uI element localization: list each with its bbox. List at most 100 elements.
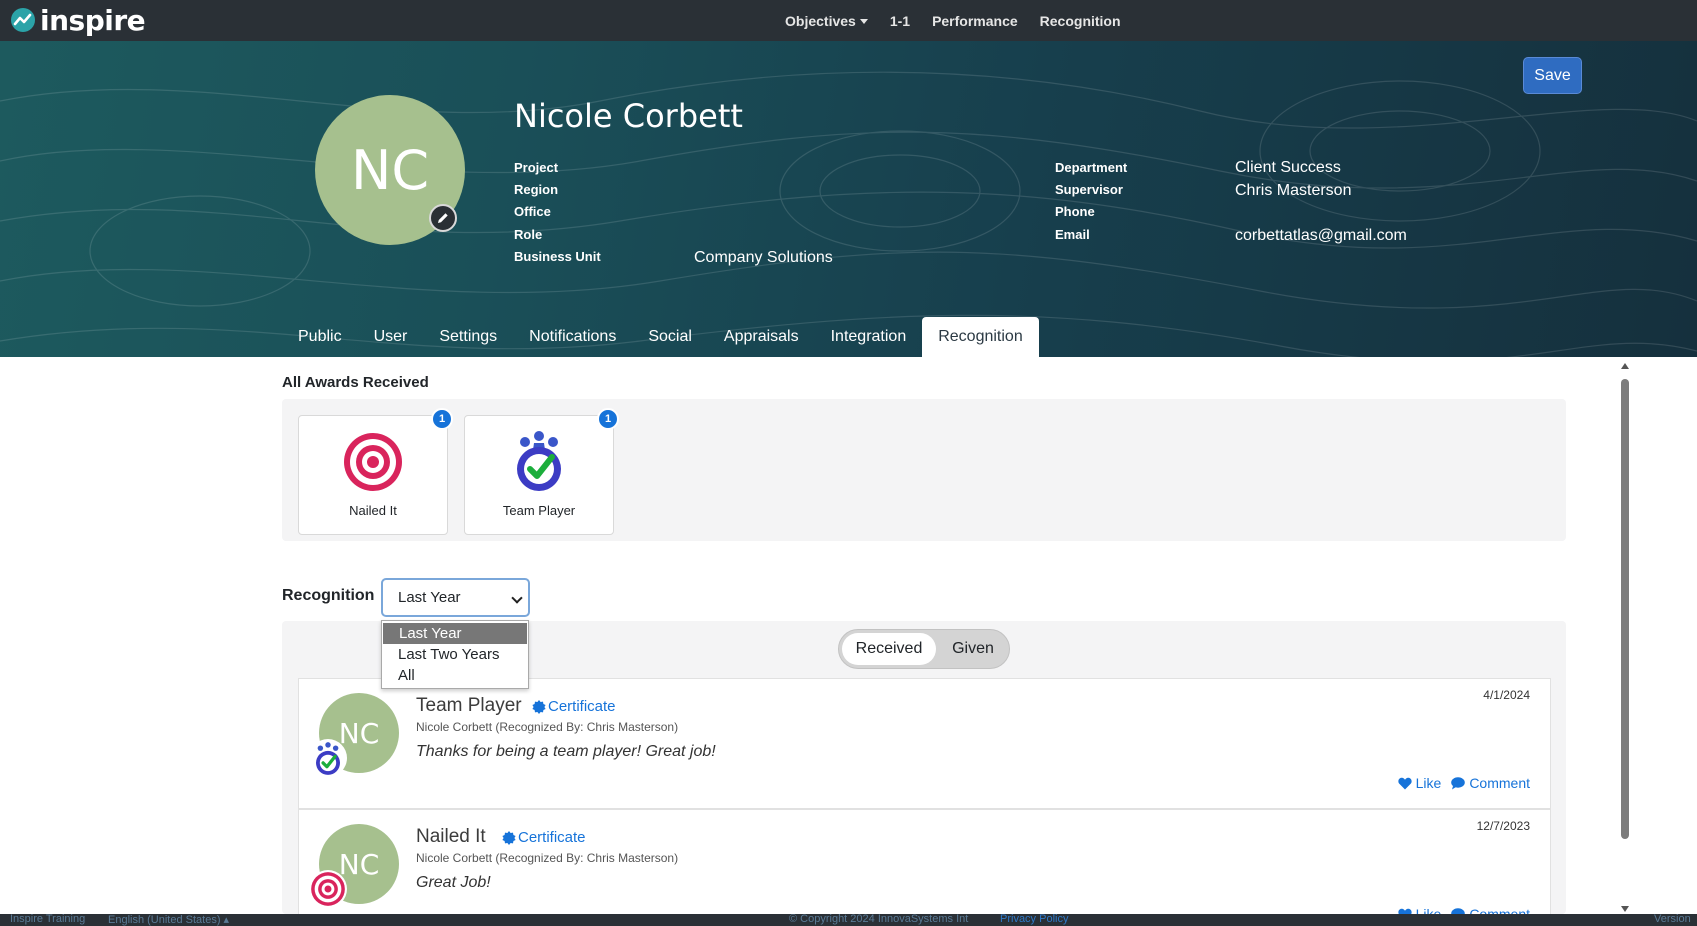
recognition-message: Great Job! xyxy=(416,874,491,891)
recognition-content: All Awards Received Nailed It 1 Team Pla… xyxy=(0,357,1697,914)
certificate-badge-icon xyxy=(502,830,516,845)
comment-button[interactable]: Comment xyxy=(1451,906,1530,914)
toggle-received[interactable]: Received xyxy=(842,633,936,665)
award-count-badge: 1 xyxy=(431,408,453,430)
recognition-subtitle: Nicole Corbett (Recognized By: Chris Mas… xyxy=(416,851,679,865)
scroll-down-arrow-icon[interactable] xyxy=(1621,906,1629,912)
supervisor-value: Chris Masterson xyxy=(1235,182,1352,199)
profile-tabs: Public User Settings Notifications Socia… xyxy=(282,317,1039,357)
dropdown-option-all[interactable]: All xyxy=(382,665,528,686)
heart-icon xyxy=(1397,777,1412,789)
card-actions: Like Comment xyxy=(1397,775,1530,791)
target-icon xyxy=(309,870,347,908)
tab-public[interactable]: Public xyxy=(282,317,358,357)
comment-icon xyxy=(1451,776,1466,789)
recognition-title: Nailed It xyxy=(416,826,486,847)
like-button[interactable]: Like xyxy=(1398,906,1442,914)
recognition-card: NC Team Player Certificate Nicole Corbet… xyxy=(298,678,1551,809)
nav-objectives-label: Objectives xyxy=(785,12,856,29)
main-nav: Objectives 1-1 Performance Recognition xyxy=(785,0,1121,41)
profile-name: Nicole Corbett xyxy=(514,97,743,135)
role-label: Role xyxy=(514,227,543,242)
recognition-date: 4/1/2024 xyxy=(1483,688,1530,702)
award-nailed-it[interactable]: Nailed It 1 xyxy=(298,408,453,535)
like-button[interactable]: Like xyxy=(1397,775,1442,791)
certificate-link[interactable]: Certificate xyxy=(502,829,586,846)
scrollbar-thumb[interactable] xyxy=(1621,379,1629,839)
award-label: Nailed It xyxy=(349,503,397,518)
topographic-background xyxy=(0,71,1697,357)
dropdown-option-last-two-years[interactable]: Last Two Years xyxy=(382,644,528,665)
nav-objectives[interactable]: Objectives xyxy=(785,13,868,29)
award-team-player[interactable]: Team Player 1 xyxy=(464,408,619,535)
period-dropdown-menu: Last Year Last Two Years All xyxy=(381,620,529,689)
comment-button[interactable]: Comment xyxy=(1451,775,1530,791)
tab-settings[interactable]: Settings xyxy=(423,317,513,357)
supervisor-label: Supervisor xyxy=(1055,182,1123,197)
footer-app-name: Inspire Training xyxy=(10,914,86,925)
team-check-icon xyxy=(517,431,561,491)
inspire-logo[interactable]: inspire xyxy=(10,3,146,37)
nav-1-1[interactable]: 1-1 xyxy=(890,13,910,29)
content-scrollbar[interactable] xyxy=(1619,363,1631,912)
award-label: Team Player xyxy=(502,503,576,518)
phone-label: Phone xyxy=(1055,204,1095,219)
save-button[interactable]: Save xyxy=(1523,57,1582,94)
dropdown-option-last-year[interactable]: Last Year xyxy=(383,623,527,644)
card-actions: Like Comment xyxy=(1398,906,1530,914)
comment-label: Comment xyxy=(1469,775,1530,791)
language-selector[interactable]: English (United States) ▴ xyxy=(108,914,229,926)
logo-icon xyxy=(11,8,35,32)
certificate-link[interactable]: Certificate xyxy=(532,698,616,715)
scroll-up-arrow-icon[interactable] xyxy=(1621,363,1629,369)
like-label: Like xyxy=(1415,775,1442,791)
recognition-period-select[interactable]: Last Year xyxy=(381,578,530,617)
email-label: Email xyxy=(1055,227,1090,242)
nav-performance[interactable]: Performance xyxy=(932,13,1018,29)
recognition-title: Team Player xyxy=(416,695,522,716)
nav-recognition[interactable]: Recognition xyxy=(1040,13,1121,29)
recognition-filter-label: Recognition xyxy=(282,587,375,604)
awards-title: All Awards Received xyxy=(282,374,429,391)
footer: Inspire Training English (United States)… xyxy=(0,914,1697,926)
certificate-label: Certificate xyxy=(518,829,586,846)
recognition-card: NC Nailed It Certificate Nicole Corbett … xyxy=(298,809,1551,914)
award-count-badge: 1 xyxy=(597,408,619,430)
tab-integration[interactable]: Integration xyxy=(815,317,923,357)
edit-avatar-button[interactable] xyxy=(429,204,457,232)
select-value: Last Year xyxy=(398,589,461,606)
privacy-policy-link[interactable]: Privacy Policy xyxy=(1000,914,1068,925)
comment-label: Comment xyxy=(1469,906,1530,914)
email-value: corbettatlas@gmail.com xyxy=(1235,227,1407,244)
tab-user[interactable]: User xyxy=(358,317,424,357)
team-check-icon xyxy=(309,739,347,777)
like-label: Like xyxy=(1415,906,1442,914)
footer-version: Version xyxy=(1654,914,1691,925)
recognition-date: 12/7/2023 xyxy=(1476,819,1530,833)
caret-down-icon xyxy=(859,19,868,25)
tab-recognition[interactable]: Recognition xyxy=(922,317,1039,357)
awards-panel: Nailed It 1 Team Player 1 xyxy=(282,399,1566,541)
logo-text: inspire xyxy=(40,3,146,37)
pencil-icon xyxy=(438,213,448,223)
department-value: Client Success xyxy=(1235,159,1341,176)
chevron-down-icon xyxy=(511,592,523,604)
toggle-given[interactable]: Given xyxy=(939,633,1007,665)
recognition-subtitle: Nicole Corbett (Recognized By: Chris Mas… xyxy=(416,720,679,734)
received-given-toggle: Received Given xyxy=(838,629,1010,669)
region-label: Region xyxy=(514,182,559,197)
certificate-label: Certificate xyxy=(548,698,616,715)
recognition-message: Thanks for being a team player! Great jo… xyxy=(416,743,716,760)
footer-copyright: © Copyright 2024 InnovaSystems Int xyxy=(789,914,969,925)
project-label: Project xyxy=(514,160,559,175)
business-unit-label: Business Unit xyxy=(514,249,601,264)
certificate-badge-icon xyxy=(532,699,546,714)
tab-social[interactable]: Social xyxy=(632,317,708,357)
business-unit-value: Company Solutions xyxy=(694,249,833,266)
office-label: Office xyxy=(514,204,551,219)
department-label: Department xyxy=(1055,160,1128,175)
tab-notifications[interactable]: Notifications xyxy=(513,317,632,357)
profile-header: Save NC Nicole Corbett Project Region Of… xyxy=(0,41,1697,357)
tab-appraisals[interactable]: Appraisals xyxy=(708,317,815,357)
top-navbar: inspire Objectives 1-1 Performance Recog… xyxy=(0,0,1697,41)
